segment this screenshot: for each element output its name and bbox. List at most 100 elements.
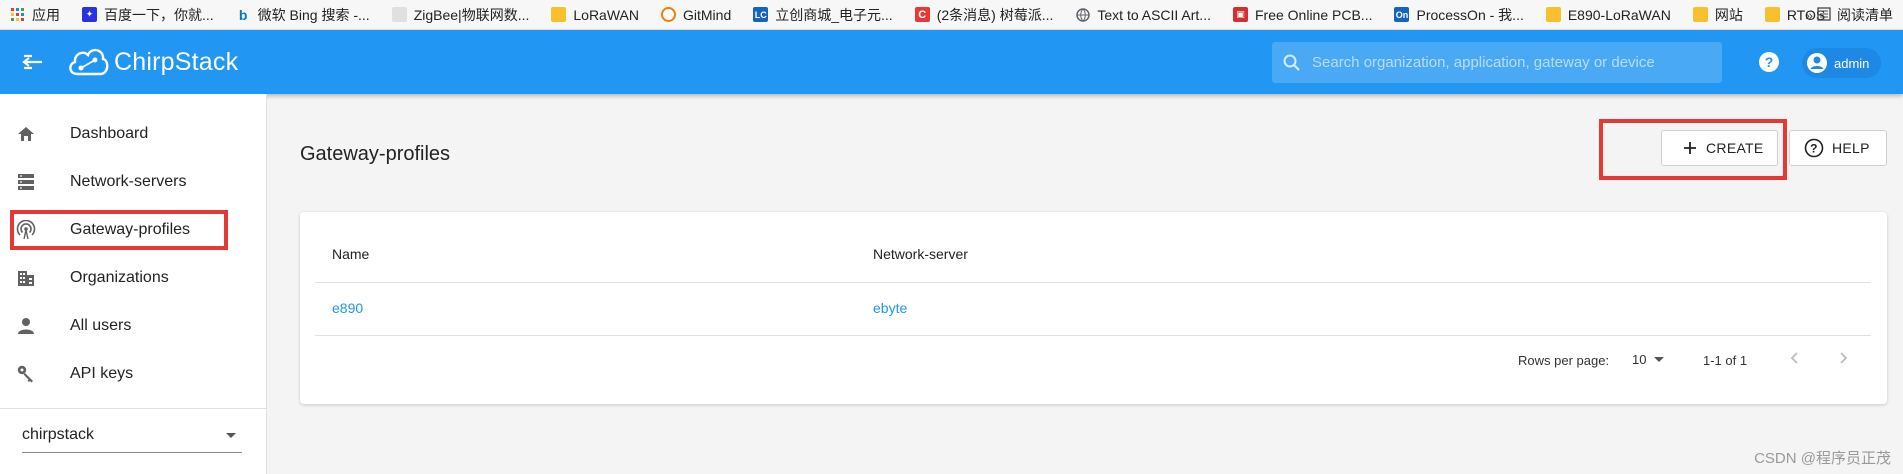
help-circle-icon: ? [1759, 52, 1779, 72]
bookmark-apps[interactable]: 应用 [10, 5, 60, 25]
gitmind-icon [661, 7, 676, 22]
globe-icon [1075, 7, 1090, 22]
help-doc-button[interactable]: ? HELP [1789, 130, 1887, 166]
bing-icon: b [238, 6, 248, 23]
csdn-icon: C [914, 7, 930, 22]
svg-text:?: ? [1765, 54, 1774, 70]
bookmark-label: 网站 [1714, 6, 1743, 23]
sidebar-item-organizations[interactable]: Organizations [0, 254, 266, 302]
folder-icon [1764, 7, 1780, 22]
bookmark-gitmind[interactable]: GitMind [661, 7, 731, 23]
organization-selected-value: chirpstack [22, 426, 95, 443]
sidebar-item-dashboard[interactable]: Dashboard [0, 110, 266, 158]
person-icon [18, 318, 34, 334]
folder-icon [551, 7, 567, 22]
processon-icon: On [1394, 7, 1410, 22]
key-icon [17, 365, 33, 383]
sidebar-item-label: API keys [70, 365, 134, 382]
bookmarks-overflow-button[interactable]: » [1805, 0, 1813, 29]
sidebar-item-label: Dashboard [70, 125, 149, 142]
chevron-double-right-icon: » [1805, 7, 1813, 23]
previous-page-button[interactable] [1787, 350, 1803, 371]
chirpstack-cloud-icon [69, 48, 109, 76]
bookmark-folder-lorawan[interactable]: LoRaWAN [551, 7, 639, 23]
baidu-icon: ✦ [82, 7, 97, 22]
bookmark-label: E890-LoRaWAN [1567, 6, 1671, 23]
column-header-name[interactable]: Name [332, 246, 369, 262]
bookmark-label: 百度一下，你就... [104, 6, 214, 23]
bookmark-label: ZigBee|物联网数... [413, 6, 530, 23]
bookmark-csdn[interactable]: C (2条消息) 树莓派... [914, 5, 1054, 25]
gateway-profiles-table-card: Name Network-server e890 ebyte Rows per … [300, 212, 1887, 404]
network-server-link[interactable]: ebyte [873, 300, 907, 316]
gateway-profile-name-link[interactable]: e890 [332, 300, 363, 316]
bookmark-processon[interactable]: On ProcessOn - 我... [1394, 5, 1524, 25]
lc-icon: LC [753, 7, 769, 22]
rows-per-page-label: Rows per page: [1518, 353, 1610, 368]
user-name: admin [1834, 55, 1870, 71]
page-icon [391, 7, 407, 22]
logo-text: ChirpStack [114, 47, 239, 76]
annotation-highlight-gateway-profiles [10, 210, 228, 250]
next-page-button[interactable] [1835, 350, 1851, 371]
search-box[interactable] [1272, 42, 1722, 83]
help-button[interactable]: ? [1758, 51, 1780, 78]
search-icon [1283, 54, 1300, 71]
sidebar-divider [0, 408, 266, 409]
annotation-highlight-create [1599, 119, 1787, 180]
bookmark-label: Free Online PCB... [1254, 6, 1373, 23]
reading-list-icon [1817, 6, 1831, 24]
bookmark-label: Text to ASCII Art... [1097, 6, 1211, 23]
bookmark-ascii[interactable]: Text to ASCII Art... [1075, 7, 1211, 23]
pagination-range: 1-1 of 1 [1703, 353, 1748, 368]
bookmarks-bar: 应用 ✦ 百度一下，你就... b 微软 Bing 搜索 -... ZigBee… [0, 0, 1903, 30]
bookmark-label: 微软 Bing 搜索 -... [257, 6, 370, 23]
bookmark-folder-sites[interactable]: 网站 [1692, 5, 1743, 25]
column-header-network-server[interactable]: Network-server [873, 246, 968, 262]
folder-icon [1545, 7, 1561, 22]
bookmark-baidu[interactable]: ✦ 百度一下，你就... [82, 5, 214, 25]
sidebar-item-all-users[interactable]: All users [0, 302, 266, 350]
chevron-left-icon [1790, 352, 1798, 364]
rows-per-page-select[interactable]: 10 [1632, 352, 1665, 367]
bookmark-label: ProcessOn - 我... [1416, 6, 1524, 23]
server-icon [18, 174, 34, 190]
user-menu-button[interactable]: admin [1802, 48, 1882, 78]
search-input[interactable] [1310, 53, 1714, 72]
reading-list-button[interactable]: 阅读清单 [1817, 0, 1893, 29]
app-bar: ChirpStack ? admin [0, 30, 1903, 94]
menu-collapse-icon [22, 54, 42, 70]
bookmark-zigbee[interactable]: ZigBee|物联网数... [391, 5, 530, 25]
bookmark-label: GitMind [683, 6, 732, 23]
chirpstack-logo[interactable]: ChirpStack [66, 42, 238, 82]
caret-down-icon [226, 433, 236, 438]
organization-select[interactable]: chirpstack [22, 422, 242, 453]
sidebar-item-label: All users [70, 317, 132, 334]
sidebar-item-api-keys[interactable]: API keys [0, 350, 266, 398]
sidebar: Dashboard Network-servers Gateway-profil… [0, 94, 267, 474]
building-icon [18, 271, 34, 286]
menu-collapse-button[interactable] [20, 50, 46, 74]
caret-down-icon [1654, 357, 1665, 362]
sidebar-item-label: Organizations [70, 269, 169, 286]
bookmark-folder-e890[interactable]: E890-LoRaWAN [1545, 6, 1671, 23]
account-circle-icon [1807, 53, 1827, 73]
svg-text:?: ? [1810, 142, 1818, 156]
sidebar-item-label: Network-servers [70, 173, 187, 190]
header-divider [315, 282, 1871, 283]
help-outline-icon: ? [1804, 138, 1824, 158]
watermark: CSDN @程序员正茂 [1754, 450, 1891, 467]
bookmark-label: 立创商城_电子元... [775, 6, 893, 23]
sidebar-item-network-servers[interactable]: Network-servers [0, 158, 266, 206]
reading-list-label: 阅读清单 [1837, 7, 1893, 23]
bookmark-easyeda[interactable]: ▣ Free Online PCB... [1232, 6, 1373, 23]
rows-per-page-value: 10 [1632, 352, 1647, 367]
bookmark-label: (2条消息) 树莓派... [936, 6, 1054, 23]
home-icon [18, 127, 34, 141]
chevron-right-icon [1840, 352, 1848, 364]
bookmark-lcsc[interactable]: LC 立创商城_电子元... [753, 5, 893, 25]
apps-grid-icon [10, 7, 25, 22]
bookmark-label: 应用 [32, 6, 60, 23]
help-button-label: HELP [1832, 140, 1870, 156]
bookmark-bing[interactable]: b 微软 Bing 搜索 -... [236, 5, 370, 25]
